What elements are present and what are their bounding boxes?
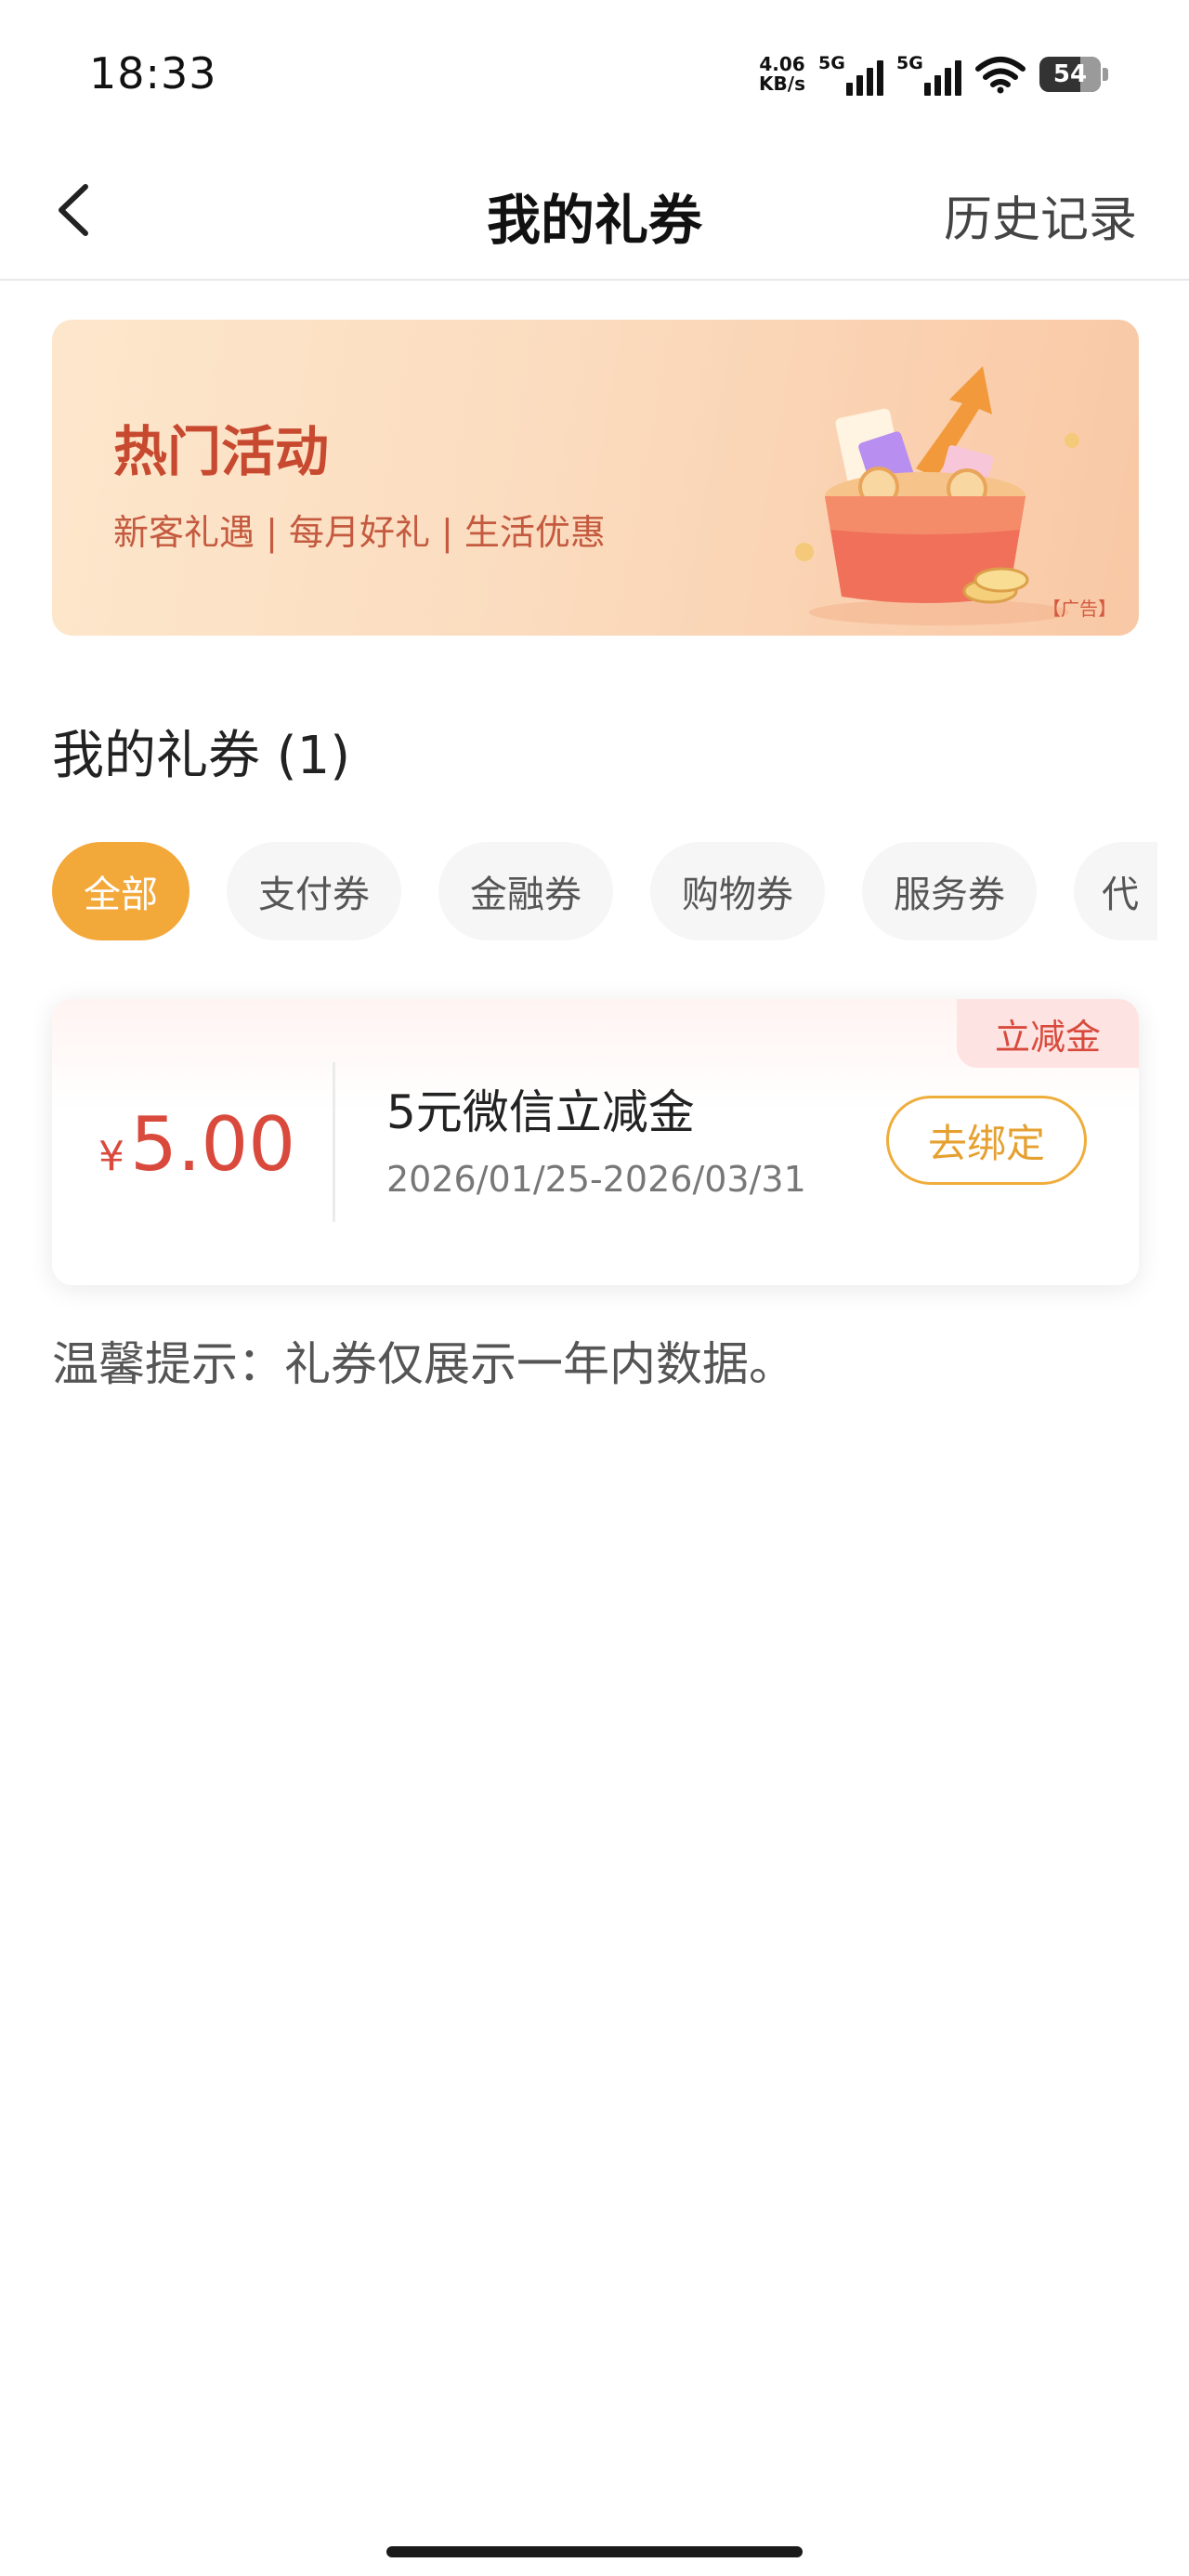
battery-icon: 54 bbox=[1039, 57, 1108, 92]
coupon-type-badge: 立减金 bbox=[957, 999, 1139, 1068]
banner-subtitle: 新客礼遇 | 每月好礼 | 生活优惠 bbox=[113, 512, 606, 553]
nav-bar: 我的礼券 历史记录 bbox=[0, 139, 1189, 281]
banner-title: 热门活动 bbox=[113, 420, 330, 483]
signal-icon: 5G bbox=[818, 53, 883, 96]
tab-service[interactable]: 服务券 bbox=[862, 842, 1037, 940]
tab-shopping[interactable]: 购物券 bbox=[650, 842, 825, 940]
coupon-validity: 2026/01/25-2026/03/31 bbox=[386, 1159, 806, 1200]
coupon-amount: ¥ 5.00 bbox=[98, 1101, 295, 1188]
history-link[interactable]: 历史记录 bbox=[944, 180, 1137, 250]
promo-banner[interactable]: 热门活动 新客礼遇 | 每月好礼 | 生活优惠 【广告】 bbox=[52, 320, 1139, 636]
status-time: 18:33 bbox=[89, 48, 217, 99]
status-icons: 4.06 KB/s 5G 5G 54 bbox=[759, 51, 1108, 98]
coupon-card[interactable]: 立减金 ¥ 5.00 5元微信立减金 2026/01/25-2026/03/31… bbox=[52, 999, 1139, 1285]
wifi-icon bbox=[975, 57, 1026, 94]
home-indicator[interactable] bbox=[386, 2546, 803, 2557]
bind-button[interactable]: 去绑定 bbox=[886, 1096, 1087, 1185]
status-bar: 18:33 4.06 KB/s 5G 5G 54 bbox=[0, 0, 1189, 139]
tab-all[interactable]: 全部 bbox=[52, 842, 189, 940]
ad-label: 【广告】 bbox=[1042, 598, 1117, 620]
coupon-name: 5元微信立减金 bbox=[386, 1085, 695, 1139]
network-speed: 4.06 KB/s bbox=[759, 53, 805, 95]
filter-tabs: 全部 支付券 金融券 购物券 服务券 代 bbox=[52, 842, 1157, 940]
tip-text: 温馨提示：礼券仅展示一年内数据。 bbox=[52, 1337, 795, 1391]
gift-box-icon bbox=[795, 366, 1079, 625]
tab-payment[interactable]: 支付券 bbox=[227, 842, 401, 940]
section-title: 我的礼券 (1) bbox=[52, 726, 351, 786]
currency-symbol: ¥ bbox=[98, 1133, 124, 1180]
tab-voucher[interactable]: 代 bbox=[1074, 842, 1157, 940]
tab-finance[interactable]: 金融券 bbox=[438, 842, 613, 940]
amount-value: 5.00 bbox=[130, 1101, 296, 1188]
divider bbox=[333, 1062, 335, 1222]
signal-icon: 5G bbox=[896, 53, 961, 96]
